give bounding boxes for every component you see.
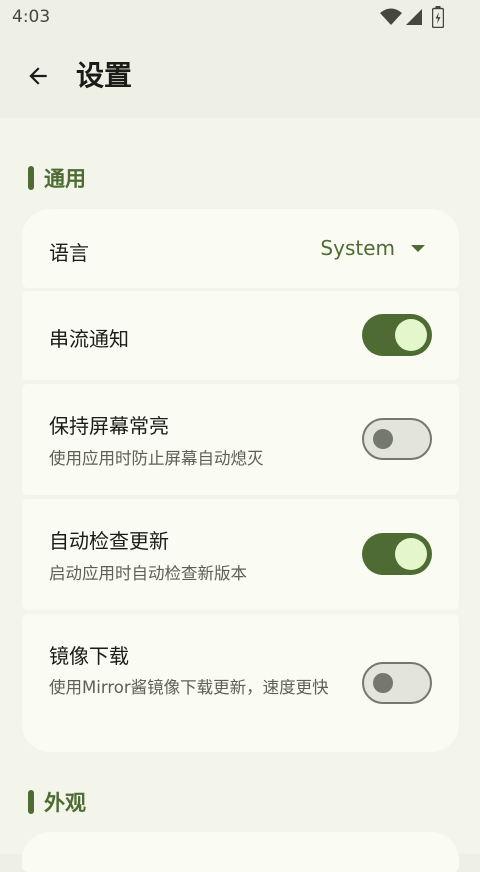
status-bar: 4:03 [0, 0, 480, 34]
auto-check-update-switch[interactable] [362, 533, 432, 575]
page-title: 设置 [76, 59, 133, 92]
mirror-download-switch[interactable] [362, 662, 432, 704]
dropdown-arrow-icon [411, 244, 425, 252]
setting-language[interactable]: 语言 System [22, 209, 459, 288]
switch-knob [395, 538, 427, 570]
wifi-icon [380, 8, 402, 25]
setting-keep-screen-on-description: 使用应用时防止屏幕自动熄灭 [49, 449, 264, 468]
setting-language-label: 语言 [49, 241, 89, 265]
language-dropdown[interactable]: System [320, 236, 425, 260]
language-dropdown-value: System [320, 236, 395, 260]
status-icons [380, 6, 446, 28]
switch-knob [395, 319, 427, 351]
status-time: 4:03 [12, 7, 51, 27]
setting-keep-screen-on[interactable]: 保持屏幕常亮 使用应用时防止屏幕自动熄灭 [22, 384, 459, 495]
keep-screen-on-switch[interactable] [362, 418, 432, 460]
section-accent-bar [28, 790, 34, 814]
app-bar: 设置 [0, 34, 480, 118]
section-title-appearance: 外观 [44, 791, 86, 815]
setting-auto-check-update[interactable]: 自动检查更新 启动应用时自动检查新版本 [22, 499, 459, 610]
setting-mirror-download[interactable]: 镜像下载 使用Mirror酱镜像下载更新，速度更快 [22, 614, 459, 752]
switch-knob [373, 429, 393, 449]
setting-auto-check-update-label: 自动检查更新 [49, 529, 169, 553]
setting-keep-screen-on-label: 保持屏幕常亮 [49, 414, 169, 438]
section-header-appearance: 外观 [28, 789, 86, 815]
cellular-signal-icon [406, 9, 422, 25]
setting-mirror-download-description: 使用Mirror酱镜像下载更新，速度更快 [49, 678, 329, 697]
stream-notification-switch[interactable] [362, 314, 432, 356]
setting-appearance-card[interactable] [22, 832, 459, 872]
arrow-back-icon [29, 67, 47, 85]
section-accent-bar [28, 166, 34, 190]
setting-stream-notification[interactable]: 串流通知 [22, 291, 459, 380]
battery-icon [432, 6, 444, 28]
section-header-general: 通用 [28, 165, 86, 191]
setting-stream-notification-label: 串流通知 [49, 327, 129, 351]
setting-auto-check-update-description: 启动应用时自动检查新版本 [49, 564, 247, 583]
back-button[interactable] [18, 56, 58, 96]
section-title-general: 通用 [44, 167, 86, 191]
settings-content[interactable]: 通用 语言 System 串流通知 保持屏幕常亮 使用应用时防止屏幕自动熄灭 自… [0, 118, 480, 872]
setting-mirror-download-label: 镜像下载 [49, 644, 129, 668]
switch-knob [373, 673, 393, 693]
